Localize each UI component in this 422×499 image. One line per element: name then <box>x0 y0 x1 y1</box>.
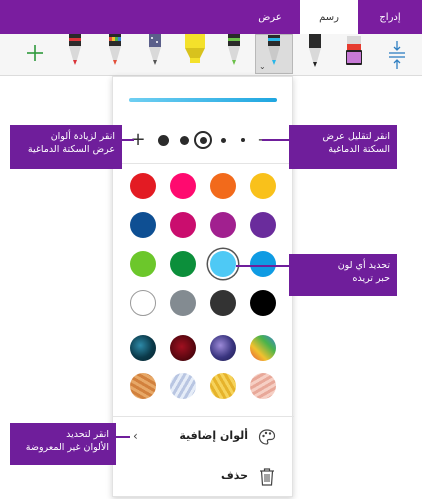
callout-text: تحديد أي لون <box>337 260 390 271</box>
thickness-dot <box>220 137 226 143</box>
divider <box>113 416 294 417</box>
more-colors-label: ألوان إضافية <box>179 429 248 442</box>
callout-text: انقر لتحديد <box>66 429 109 440</box>
thickness-option-3-selected[interactable] <box>192 127 214 153</box>
more-colors-button[interactable]: ‹ ألوان إضافية <box>113 420 294 454</box>
swatch-rose-gold[interactable] <box>250 373 276 399</box>
color-swatch[interactable] <box>170 212 196 238</box>
add-icon <box>27 45 43 61</box>
callout-text: السكتة الدماغية <box>328 144 390 155</box>
color-swatch[interactable] <box>170 290 196 316</box>
thickness-option-5[interactable] <box>152 127 174 153</box>
swatch-gold[interactable] <box>210 373 236 399</box>
color-swatch[interactable] <box>170 173 196 199</box>
callout-increase-width: انقر لزيادة ألوان عرض السكتة الدماغية <box>10 125 122 169</box>
callout-text: عرض السكتة الدماغية <box>27 144 115 155</box>
swatch-galaxy-purple[interactable] <box>210 335 236 361</box>
pen-black-tool[interactable] <box>296 34 334 74</box>
color-swatch[interactable] <box>210 173 236 199</box>
highlighter-purple-tool[interactable] <box>335 34 373 74</box>
color-swatch[interactable] <box>250 290 276 316</box>
highlighter-icon <box>185 34 205 63</box>
tab-view[interactable]: عرض <box>244 0 296 34</box>
color-swatch[interactable] <box>250 173 276 199</box>
swatch-galaxy-red[interactable] <box>170 335 196 361</box>
pen-toolbar: ⌄ <box>0 34 422 76</box>
pencil-galaxy-tool[interactable] <box>136 34 174 74</box>
chevron-left-icon: ‹ <box>133 429 138 443</box>
chevron-down-icon[interactable]: ⌄ <box>259 62 266 71</box>
stroke-preview <box>129 98 277 102</box>
swatch-rainbow[interactable] <box>250 335 276 361</box>
color-swatch[interactable] <box>170 251 196 277</box>
pen-icon <box>228 34 240 65</box>
palette-icon <box>258 429 276 445</box>
tab-insert[interactable]: إدراج <box>364 0 416 34</box>
callout-pick-color: تحديد أي لون حبر تريده <box>289 254 397 296</box>
color-swatch[interactable] <box>210 212 236 238</box>
thickness-dot <box>157 134 169 146</box>
highlighter-icon <box>346 36 362 65</box>
callout-text: انقر لزيادة ألوان <box>50 131 115 142</box>
swatch-silver-blue[interactable] <box>170 373 196 399</box>
color-swatch[interactable] <box>130 290 156 316</box>
pen-icon <box>69 34 81 65</box>
callout-connector <box>116 436 130 438</box>
swatch-bronze[interactable] <box>130 373 156 399</box>
callout-connector <box>236 265 290 267</box>
delete-label: حذف <box>220 469 248 482</box>
delete-pen-button[interactable]: حذف <box>113 461 294 493</box>
tab-draw[interactable]: رسم <box>300 0 358 36</box>
color-swatch[interactable] <box>130 251 156 277</box>
pen-icon <box>309 34 321 67</box>
thickness-dot <box>241 138 245 142</box>
thickness-selected-ring <box>194 131 212 149</box>
color-swatch[interactable] <box>250 212 276 238</box>
callout-more-colors: انقر لتحديد الألوان غير المعروضة <box>10 423 116 465</box>
pen-red-tool[interactable] <box>56 34 94 74</box>
pen-rainbow-tool[interactable] <box>96 34 134 74</box>
callout-text: انقر لتقليل عرض <box>322 131 390 142</box>
pencil-icon <box>149 34 161 65</box>
pen-icon <box>109 34 121 65</box>
thickness-option-2[interactable] <box>212 127 234 153</box>
add-pen-button[interactable] <box>16 34 54 74</box>
pen-green-tool[interactable] <box>215 34 253 74</box>
callout-decrease-width: انقر لتقليل عرض السكتة الدماغية <box>289 125 397 169</box>
color-swatch[interactable] <box>130 173 156 199</box>
height-adjust-icon <box>389 41 405 69</box>
color-swatch[interactable] <box>210 251 236 277</box>
swatch-galaxy-teal[interactable] <box>130 335 156 361</box>
thickness-dot <box>179 135 189 145</box>
pen-light-blue-tool[interactable]: ⌄ <box>255 34 293 74</box>
callout-text: حبر تريده <box>352 273 391 284</box>
color-swatch[interactable] <box>210 290 236 316</box>
color-swatch[interactable] <box>250 251 276 277</box>
height-adjust-button[interactable] <box>378 34 416 74</box>
callout-connector <box>262 139 290 141</box>
thickness-option-1[interactable] <box>232 127 254 153</box>
callout-text: الألوان غير المعروضة <box>25 442 109 453</box>
ribbon-tab-bar: إدراج رسم عرض <box>0 0 422 36</box>
color-swatch[interactable] <box>130 212 156 238</box>
divider <box>113 163 294 164</box>
highlighter-yellow-tool[interactable] <box>176 34 214 74</box>
callout-connector <box>122 139 134 141</box>
trash-icon <box>260 468 274 486</box>
